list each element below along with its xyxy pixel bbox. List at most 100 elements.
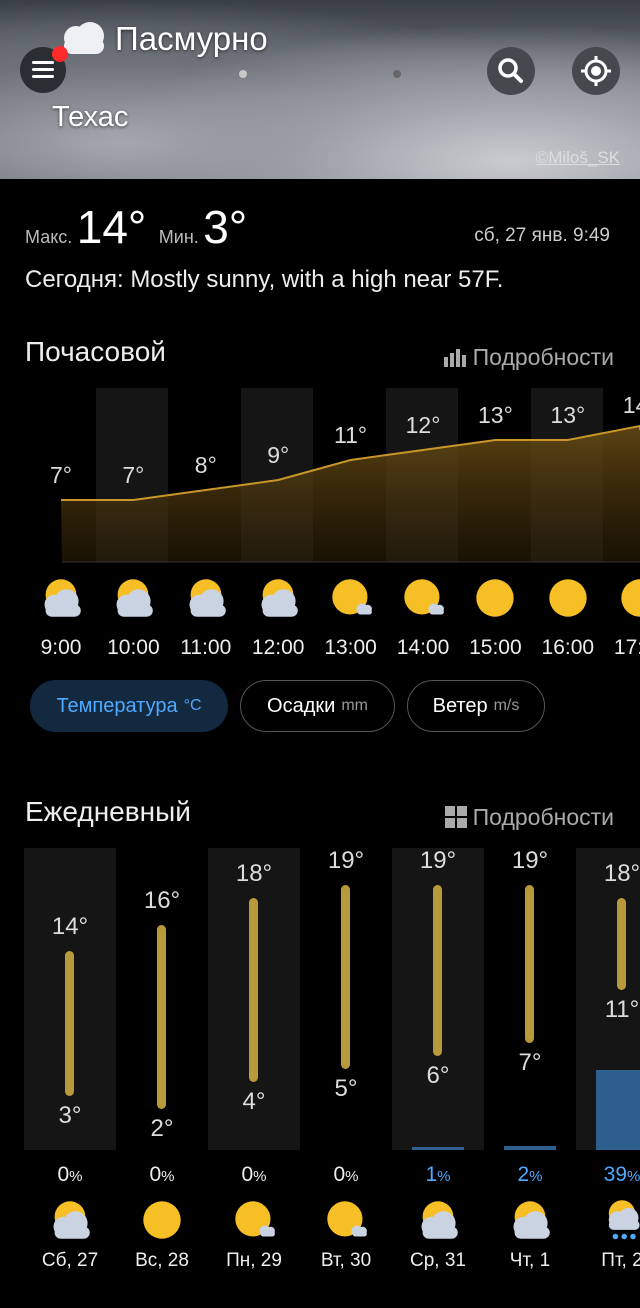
day-high-temp: 14° xyxy=(51,912,89,940)
hour-temp-label: 13° xyxy=(478,402,513,428)
hour-temp-label: 11° xyxy=(334,422,368,448)
hour-icon xyxy=(618,576,640,625)
temp-range-bar xyxy=(617,898,626,991)
day-icon xyxy=(140,1198,184,1247)
day-low-temp: 7° xyxy=(518,1048,542,1076)
precip-value: 1 xyxy=(425,1163,438,1186)
mostly-sunny-icon xyxy=(235,1201,275,1237)
day-name: Пн, 29 xyxy=(226,1250,282,1271)
partly-cloudy-icon xyxy=(189,579,226,617)
hour-time: 13:00 xyxy=(324,636,377,659)
day-icon xyxy=(232,1198,276,1247)
partly-cloudy-icon xyxy=(421,1201,458,1239)
mostly-sunny-icon xyxy=(404,579,444,615)
tab-temperature[interactable]: Температура °C xyxy=(30,680,228,732)
day-high-temp: 19° xyxy=(511,847,549,875)
hour-icon xyxy=(39,576,83,625)
tab-label: Осадки xyxy=(267,694,336,717)
hour-time: 17:00 xyxy=(613,636,640,659)
day-low-temp: 11° xyxy=(604,996,640,1024)
partly-cloudy-icon xyxy=(53,1201,90,1239)
precip-chance: 2% xyxy=(484,1163,576,1187)
temp-range-bar xyxy=(433,885,442,1057)
day-icon xyxy=(508,1198,552,1247)
percent-sign: % xyxy=(69,1168,83,1185)
sunny-icon xyxy=(143,1201,181,1239)
hour-icon xyxy=(329,576,373,625)
day-high-temp: 18° xyxy=(603,860,640,888)
hour-time: 15:00 xyxy=(469,636,522,659)
precip-chance: 39% xyxy=(576,1163,640,1187)
hour-icon xyxy=(473,576,517,625)
day-name: Пт, 2 xyxy=(601,1250,640,1271)
day-icon xyxy=(416,1198,460,1247)
partly-cloudy-icon xyxy=(513,1201,550,1239)
day-icon xyxy=(600,1198,640,1247)
tab-unit: mm xyxy=(341,697,368,714)
hour-temp-label: 14° xyxy=(622,392,640,418)
rain-icon xyxy=(608,1200,640,1240)
day-low-temp: 3° xyxy=(58,1101,82,1129)
hour-time: 10:00 xyxy=(107,636,160,659)
tab-precipitation[interactable]: Осадки mm xyxy=(240,680,395,732)
hour-time: 16:00 xyxy=(541,636,595,659)
percent-sign: % xyxy=(161,1168,175,1185)
day-low-temp: 2° xyxy=(150,1114,174,1142)
hour-time: 9:00 xyxy=(40,636,82,659)
mostly-sunny-icon xyxy=(327,1201,367,1237)
precip-chance: 0% xyxy=(208,1163,300,1187)
tab-wind[interactable]: Ветер m/s xyxy=(407,680,545,732)
tab-label: Температура xyxy=(56,694,178,717)
tab-unit: °C xyxy=(183,697,202,714)
day-high-temp: 19° xyxy=(419,847,457,875)
partly-cloudy-icon xyxy=(44,579,81,617)
day-low-temp: 4° xyxy=(242,1088,266,1116)
hour-temp-label: 12° xyxy=(405,412,441,438)
daily-title: Ежедневный xyxy=(25,796,191,827)
day-name: Чт, 1 xyxy=(509,1250,551,1271)
percent-sign: % xyxy=(345,1168,359,1185)
precip-chance: 0% xyxy=(300,1163,392,1187)
temp-range-bar xyxy=(525,885,534,1043)
sunny-icon xyxy=(549,579,587,617)
hour-temp-label: 9° xyxy=(267,442,290,468)
temperature-line-chart xyxy=(61,424,640,563)
daily-details-link[interactable]: Подробности xyxy=(444,804,614,831)
hour-temp-label: 7° xyxy=(122,462,145,488)
temp-range-bar xyxy=(341,885,350,1070)
hour-icon xyxy=(256,576,300,625)
temp-range-bar xyxy=(65,950,74,1096)
day-name: Сб, 27 xyxy=(41,1250,99,1271)
precip-bar xyxy=(504,1145,556,1150)
temp-range-bar xyxy=(249,898,258,1083)
precip-bar xyxy=(412,1147,464,1150)
day-high-temp: 16° xyxy=(143,886,181,914)
precip-value: 0 xyxy=(241,1163,254,1186)
percent-sign: % xyxy=(529,1168,543,1185)
precip-chance: 1% xyxy=(392,1163,484,1187)
hour-temp-label: 13° xyxy=(550,402,586,428)
day-high-temp: 18° xyxy=(235,860,273,888)
day-icon xyxy=(324,1198,368,1247)
precip-chance: 0% xyxy=(24,1163,116,1187)
hour-temp-label: 8° xyxy=(194,452,217,478)
hour-time: 14:00 xyxy=(396,636,450,659)
sunny-icon xyxy=(621,579,640,617)
sunny-icon xyxy=(476,579,515,617)
tab-unit: m/s xyxy=(493,697,520,714)
precip-value: 0 xyxy=(333,1163,346,1186)
day-icon xyxy=(48,1198,92,1247)
day-low-temp: 6° xyxy=(426,1062,450,1090)
percent-sign: % xyxy=(627,1168,640,1185)
hour-icon xyxy=(401,576,445,625)
precip-value: 2 xyxy=(517,1163,530,1186)
precip-value: 0 xyxy=(57,1163,70,1186)
hour-icon xyxy=(546,576,590,625)
day-name: Вт, 30 xyxy=(320,1250,372,1271)
temp-range-bar xyxy=(157,924,166,1109)
grid-icon xyxy=(444,806,467,828)
percent-sign: % xyxy=(437,1168,451,1185)
day-low-temp: 5° xyxy=(334,1075,358,1103)
hour-icon xyxy=(111,576,155,625)
precip-chance: 0% xyxy=(116,1163,208,1187)
